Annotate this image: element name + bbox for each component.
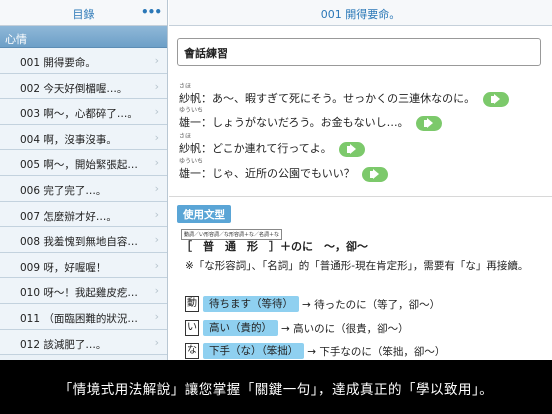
sidebar-item[interactable]: 007 怎麼辦才好…。 › <box>0 201 167 228</box>
speaker-ruby: ゆういち <box>179 158 204 165</box>
sidebar-list: 001 開得要命。 › 002 今天好倒楣喔…。 › 003 啊～，心都碎了…。 › … <box>0 48 167 356</box>
base-form: 高い（貴的） <box>203 320 278 336</box>
sidebar-item-label: 005 啊～，開始緊張起… <box>20 159 138 172</box>
sidebar-item-label: 007 怎麼辦才好…。 <box>20 210 117 223</box>
sidebar-item[interactable]: 009 呀，好喔喔！ › <box>0 252 167 279</box>
sidebar-item-label: 010 呀～！我起雞皮疙… <box>20 287 138 300</box>
speaker-ruby: さほ <box>179 133 192 140</box>
grammar-note: ※「な形容詞」、「名詞」的「普通形-現在肯定形」，需要有「な」再接續。 <box>185 260 529 272</box>
sidebar-item[interactable]: 004 啊，沒事沒事。 › <box>0 124 167 151</box>
sidebar-item[interactable]: 011 （面臨困難的狀況… › <box>0 303 167 330</box>
conjugated-form: → 下手なのに（笨拙，卻～） <box>307 345 446 358</box>
content-pane: 001 開得要命。 會話練習 さほ 紗帆：あ～、暇すぎて死にそう。せっかくの三連… <box>169 0 552 360</box>
chevron-right-icon: › <box>154 335 159 349</box>
chevron-right-icon: › <box>154 156 159 170</box>
page-title: 001 開得要命。 <box>169 0 552 26</box>
sidebar-item[interactable]: 005 啊～，開始緊張起… › <box>0 150 167 176</box>
play-audio-icon[interactable] <box>482 91 509 107</box>
promo-caption: 「情境式用法解說」讓您掌握「關鍵一句」，達成真正的「學以致用」。 <box>0 360 552 414</box>
play-audio-icon[interactable] <box>362 166 389 182</box>
conjugated-form: → 高いのに（很貴，卻～） <box>281 322 409 335</box>
grammar-formula: ［ 普 通 形 ］＋のに ～，卻～ <box>181 240 368 253</box>
play-audio-icon[interactable] <box>416 115 443 131</box>
conjugation-row: い 高い（貴的） → 高いのに（很貴，卻～） <box>185 320 409 336</box>
chevron-right-icon: › <box>154 105 159 119</box>
sidebar-item[interactable]: 012 該減肥了…。 › <box>0 329 167 356</box>
sidebar-item[interactable]: 006 完了完了…。 › <box>0 175 167 202</box>
sidebar-item[interactable]: 010 呀～！我起雞皮疙… › <box>0 278 167 304</box>
word-type-badge: 動 <box>185 296 199 312</box>
speaker-name: 雄一 <box>179 116 201 129</box>
sidebar-section-header: 心情 <box>0 26 167 48</box>
word-type-badge: い <box>185 320 199 336</box>
speaker-name: 雄一 <box>179 167 201 180</box>
sidebar-item[interactable]: 002 今天好倒楣喔…。 › <box>0 73 167 100</box>
word-type-badge: な <box>185 343 199 359</box>
speaker-ruby: ゆういち <box>179 107 204 114</box>
base-form: 待ちます（等待） <box>203 296 299 312</box>
conjugation-row: 動 待ちます（等待） → 待ったのに（等了，卻～） <box>185 296 440 312</box>
sidebar-item[interactable]: 001 開得要命。 › <box>0 48 167 74</box>
sidebar-item-label: 009 呀，好喔喔！ <box>20 261 107 274</box>
chevron-right-icon: › <box>154 181 159 195</box>
sidebar-header: 目錄 ••• <box>0 0 167 26</box>
dialog-line: さほ 紗帆：どこか連れて行ってよ。 <box>179 133 366 157</box>
sidebar-item[interactable]: 003 啊～，心都碎了…。 › <box>0 99 167 125</box>
speaker-name: 紗帆 <box>179 92 201 105</box>
chevron-right-icon: › <box>154 258 159 272</box>
sidebar-item-label: 003 啊～，心都碎了…。 <box>20 108 138 121</box>
chevron-right-icon: › <box>154 79 159 93</box>
more-icon[interactable]: ••• <box>141 5 162 19</box>
sidebar-item-label: 012 該減肥了…。 <box>20 338 107 351</box>
dialog-text: ：じゃ、近所の公園でもいい？ <box>201 167 355 180</box>
speaker-name: 紗帆 <box>179 142 201 155</box>
chevron-right-icon: › <box>154 233 159 247</box>
sidebar-item-label: 002 今天好倒楣喔…。 <box>20 82 128 95</box>
conjugation-row: な 下手（な）（笨拙） → 下手なのに（笨拙，卻～） <box>185 343 445 359</box>
app-screen: 目錄 ••• 心情 001 開得要命。 › 002 今天好倒楣喔…。 › 003 啊… <box>0 0 552 360</box>
sidebar-item-label: 008 我羞愧到無地自容… <box>20 236 138 249</box>
chevron-right-icon: › <box>154 309 159 323</box>
divider <box>169 196 552 197</box>
chevron-right-icon: › <box>154 207 159 221</box>
section-label: 會話練習 <box>177 38 541 66</box>
chevron-right-icon: › <box>154 54 159 67</box>
speaker-ruby: さほ <box>179 83 192 90</box>
sidebar-item-label: 004 啊，沒事沒事。 <box>20 133 117 146</box>
dialog-line: さほ 紗帆：あ～、暇すぎて死にそう。せっかくの三連休なのに。 <box>179 83 509 107</box>
base-form: 下手（な）（笨拙） <box>203 343 305 359</box>
dialog-text: ：どこか連れて行ってよ。 <box>201 142 332 155</box>
sidebar-item-label: 011 （面臨困難的狀況… <box>20 312 138 325</box>
dialog-text: ：しょうがないだろう。お金もないし…。 <box>201 116 409 129</box>
play-audio-icon[interactable] <box>339 141 366 157</box>
dialog-line: ゆういち 雄一：しょうがないだろう。お金もないし…。 <box>179 107 443 131</box>
dialog-text: ：あ～、暇すぎて死にそう。せっかくの三連休なのに。 <box>201 92 476 105</box>
sidebar-item-label: 006 完了完了…。 <box>20 184 107 197</box>
sidebar-item[interactable]: 008 我羞愧到無地自容… › <box>0 227 167 253</box>
usage-label: 使用文型 <box>177 205 231 223</box>
dialog-line: ゆういち 雄一：じゃ、近所の公園でもいい？ <box>179 158 389 182</box>
chevron-right-icon: › <box>154 284 159 298</box>
sidebar: 目錄 ••• 心情 001 開得要命。 › 002 今天好倒楣喔…。 › 003 啊… <box>0 0 168 360</box>
conjugated-form: → 待ったのに（等了，卻～） <box>302 298 441 311</box>
sidebar-item-label: 001 開得要命。 <box>20 57 96 69</box>
chevron-right-icon: › <box>154 130 159 144</box>
